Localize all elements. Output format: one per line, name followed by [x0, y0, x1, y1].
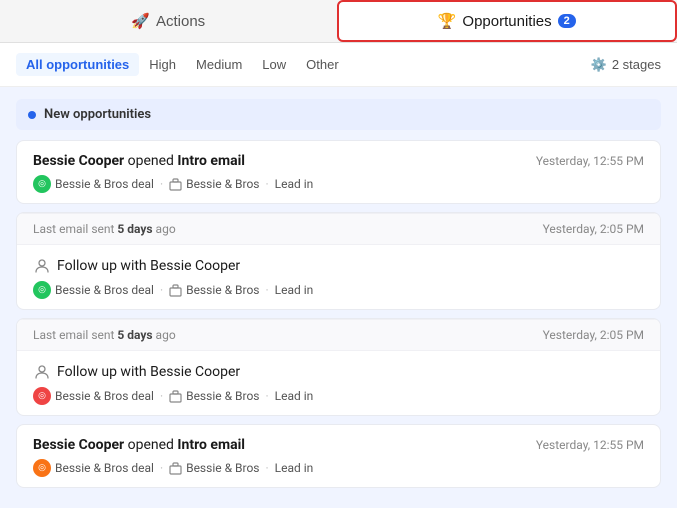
- card-1-title: Bessie Cooper opened Intro email: [33, 153, 245, 169]
- opportunities-icon: 🏆: [438, 12, 457, 30]
- filter-low[interactable]: Low: [252, 53, 296, 76]
- card-1-person: Bessie Cooper: [33, 153, 124, 169]
- card-5-deal: Bessie & Bros deal: [55, 389, 154, 403]
- card-group-1: Last email sent 5 days ago Yesterday, 2:…: [16, 212, 661, 310]
- person-icon-5: [33, 363, 51, 381]
- company-icon-5: [169, 390, 182, 403]
- card-email-6: Bessie Cooper opened Intro email Yesterd…: [16, 424, 661, 488]
- card-5-stage: Lead in: [275, 389, 314, 403]
- deal-icon-5: ◎: [33, 387, 51, 405]
- card-3-company: Bessie & Bros: [186, 283, 259, 297]
- opportunities-badge: 2: [558, 14, 576, 28]
- card-5-title: Follow up with Bessie Cooper: [33, 363, 240, 381]
- card-6-person: Bessie Cooper: [33, 437, 124, 453]
- opportunities-tab-label: Opportunities: [462, 13, 551, 30]
- card-1-company: Bessie & Bros: [186, 177, 259, 191]
- deal-icon-1: ◎: [33, 175, 51, 193]
- deal-icon-6: ◎: [33, 459, 51, 477]
- card-1-time: Yesterday, 12:55 PM: [536, 154, 644, 168]
- company-icon-3: [169, 284, 182, 297]
- card-6-title: Bessie Cooper opened Intro email: [33, 437, 245, 453]
- stages-label: 2 stages: [612, 57, 661, 72]
- card-6-stage: Lead in: [275, 461, 314, 475]
- gear-icon: ⚙️: [591, 57, 607, 73]
- card-5-meta: ◎ Bessie & Bros deal · Bessie & Bros · L…: [33, 387, 644, 405]
- filter-high[interactable]: High: [139, 53, 186, 76]
- filter-bar: All opportunities High Medium Low Other …: [0, 43, 677, 87]
- card-6-company: Bessie & Bros: [186, 461, 259, 475]
- opportunities-tab[interactable]: 🏆 Opportunities 2: [337, 0, 677, 42]
- actions-tab-label: Actions: [156, 13, 205, 30]
- card-6-deal: Bessie & Bros deal: [55, 461, 154, 475]
- company-icon-6: [169, 462, 182, 475]
- card-group-2: Last email sent 5 days ago Yesterday, 2:…: [16, 318, 661, 416]
- card-6-meta: ◎ Bessie & Bros deal · Bessie & Bros · L…: [33, 459, 644, 477]
- stages-button[interactable]: ⚙️ 2 stages: [591, 57, 661, 73]
- deal-icon-3: ◎: [33, 281, 51, 299]
- sep-row-2: Last email sent 5 days ago Yesterday, 2:…: [17, 319, 660, 351]
- card-1-deal: Bessie & Bros deal: [55, 177, 154, 191]
- filter-other[interactable]: Other: [296, 53, 349, 76]
- card-1-item: Intro email: [177, 153, 245, 169]
- section-dot: [28, 111, 36, 119]
- filter-medium[interactable]: Medium: [186, 53, 252, 76]
- actions-tab[interactable]: 🚀 Actions: [0, 0, 337, 42]
- card-6-time: Yesterday, 12:55 PM: [536, 438, 644, 452]
- card-6-item: Intro email: [177, 437, 245, 453]
- card-3-meta: ◎ Bessie & Bros deal · Bessie & Bros · L…: [33, 281, 644, 299]
- rocket-icon: 🚀: [131, 12, 150, 30]
- section-title: New opportunities: [44, 107, 151, 122]
- company-icon-1: [169, 178, 182, 191]
- card-3-stage: Lead in: [275, 283, 314, 297]
- card-1-meta: ◎ Bessie & Bros deal · Bessie & Bros · L…: [33, 175, 644, 193]
- card-3-deal: Bessie & Bros deal: [55, 283, 154, 297]
- card-1-stage: Lead in: [275, 177, 314, 191]
- card-3-title: Follow up with Bessie Cooper: [33, 257, 240, 275]
- section-header: New opportunities: [16, 99, 661, 130]
- card-email-1: Bessie Cooper opened Intro email Yesterd…: [16, 140, 661, 204]
- sep-row-1: Last email sent 5 days ago Yesterday, 2:…: [17, 213, 660, 245]
- person-icon-3: [33, 257, 51, 275]
- main-content: New opportunities Bessie Cooper opened I…: [0, 87, 677, 508]
- card-5-company: Bessie & Bros: [186, 389, 259, 403]
- filter-all[interactable]: All opportunities: [16, 53, 139, 76]
